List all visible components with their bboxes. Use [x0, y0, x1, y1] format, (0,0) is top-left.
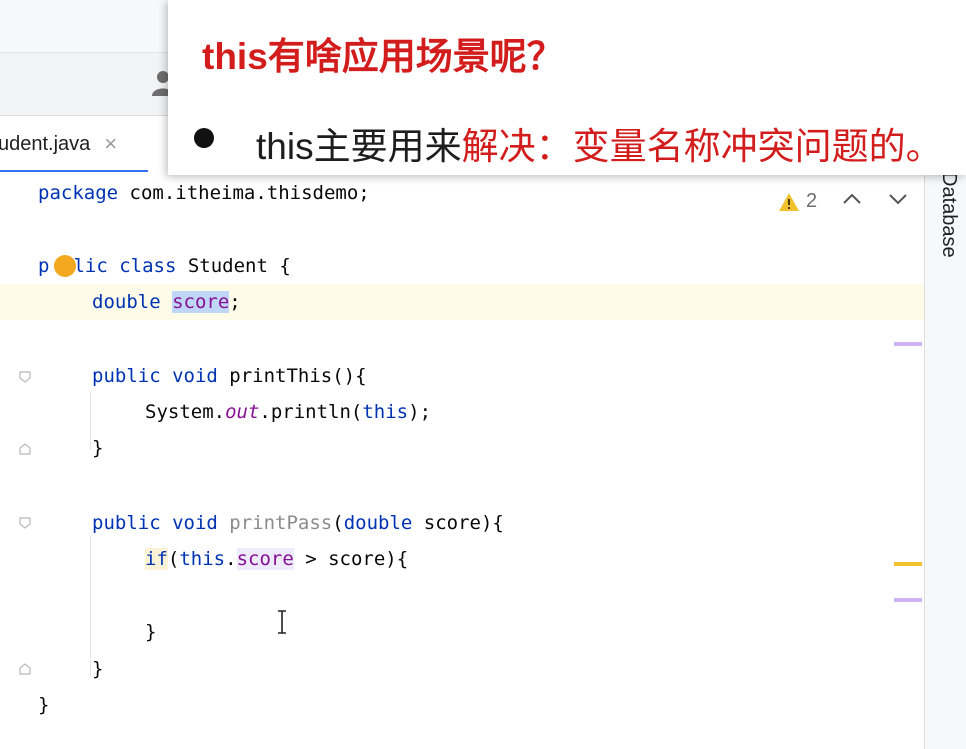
error-stripe-marker[interactable] — [894, 342, 922, 346]
code-line-14: } — [92, 658, 104, 680]
fold-icon[interactable] — [18, 370, 32, 384]
close-icon[interactable]: × — [104, 131, 117, 157]
inspection-widget[interactable]: 2 — [778, 190, 817, 213]
fold-icon[interactable] — [18, 662, 32, 676]
code-line-15: } — [38, 694, 50, 716]
code-line-7: System.out.println(this); — [145, 401, 432, 423]
bullet-text: this主要用来 — [256, 126, 462, 167]
indent-guide — [90, 392, 91, 450]
warning-count: 2 — [806, 190, 818, 212]
error-stripe-marker[interactable] — [894, 598, 922, 602]
fold-icon[interactable] — [18, 442, 32, 456]
indent-guide — [90, 536, 91, 676]
slide-overlay: this有啥应用场景呢？ this主要用来解决：变量名称冲突问题的。 — [168, 0, 966, 175]
slide-title: this有啥应用场景呢？ — [202, 36, 564, 77]
lightbulb-icon[interactable] — [54, 255, 76, 277]
slide-bullet: this主要用来解决：变量名称冲突问题的。 — [256, 116, 943, 170]
code-line-8: } — [92, 437, 104, 459]
code-line-11: if(this.score > score){ — [145, 548, 409, 570]
bullet-highlight: 解决：变量名称冲突问题的。 — [461, 126, 943, 167]
tab-label: udent.java — [0, 132, 91, 155]
database-tool-button[interactable]: Database — [937, 172, 960, 258]
warning-icon — [779, 192, 799, 211]
code-line-13: } — [145, 621, 157, 643]
code-editor[interactable]: package com.itheima.thisdemo; p lic class… — [0, 172, 924, 749]
code-line-10: public void printPass(double score){ — [92, 512, 504, 534]
tab-student-java[interactable]: udent.java × — [0, 118, 148, 173]
chevron-down-icon[interactable] — [888, 192, 908, 206]
fold-icon[interactable] — [18, 516, 32, 530]
chevron-up-icon[interactable] — [842, 192, 862, 206]
text-cursor-icon — [278, 610, 286, 634]
code-line-4: double score; — [92, 291, 241, 313]
code-line-6: public void printThis(){ — [92, 365, 367, 387]
code-line-1: package com.itheima.thisdemo; — [38, 182, 370, 204]
error-stripe-marker[interactable] — [894, 562, 922, 566]
bullet-icon — [194, 128, 214, 148]
